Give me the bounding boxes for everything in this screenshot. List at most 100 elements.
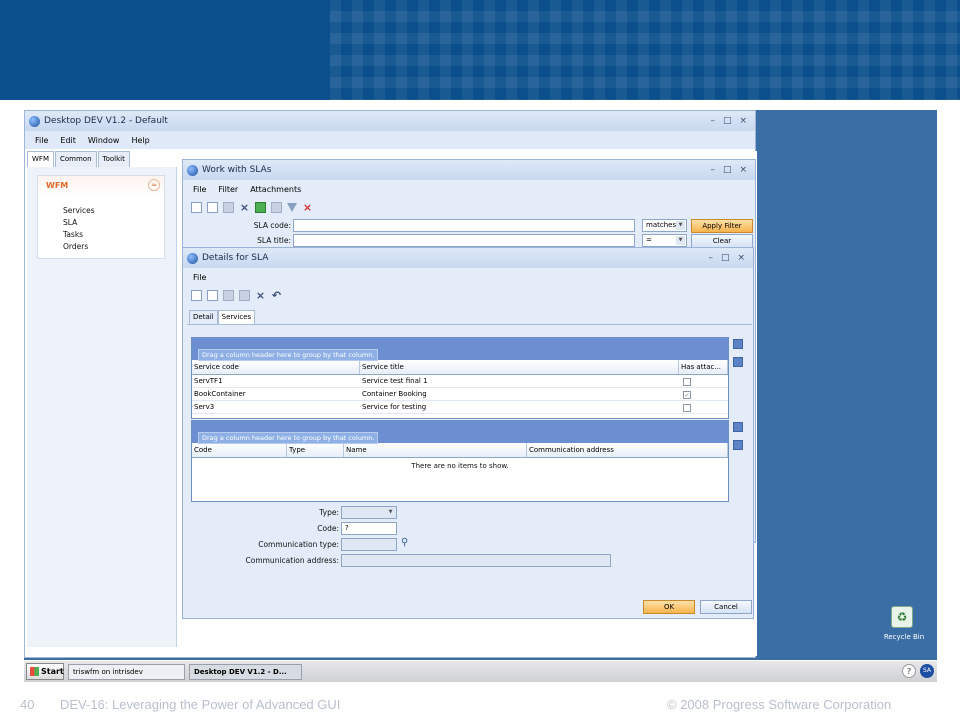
- attachment-checkbox[interactable]: [683, 404, 691, 412]
- match-mode-select-2[interactable]: = ▼: [642, 234, 687, 247]
- clear-button[interactable]: Clear: [691, 234, 753, 248]
- close-button[interactable]: ×: [739, 116, 747, 126]
- sla-title-label: SLA title:: [257, 236, 291, 245]
- edit-icon[interactable]: [207, 289, 218, 301]
- new-icon[interactable]: [191, 201, 202, 213]
- taskbar-item-desktop-dev[interactable]: Desktop DEV V1.2 - D...: [189, 664, 302, 680]
- start-label: Start: [41, 667, 64, 676]
- sla-code-input[interactable]: [293, 219, 635, 232]
- menu-edit[interactable]: Edit: [60, 136, 76, 145]
- slide-number: 40: [20, 697, 35, 712]
- tab-toolkit[interactable]: Toolkit: [97, 151, 130, 167]
- grid-side-button-3[interactable]: [733, 422, 743, 432]
- nav-item-tasks[interactable]: Tasks: [63, 230, 83, 239]
- edit-icon[interactable]: [207, 201, 218, 213]
- export-icon[interactable]: [255, 201, 266, 213]
- new-icon[interactable]: [191, 289, 202, 301]
- nav-item-sla[interactable]: SLA: [63, 218, 77, 227]
- table-row[interactable]: BookContainer Container Booking ✓: [192, 388, 728, 401]
- cancel-button[interactable]: Cancel: [700, 600, 752, 614]
- start-button[interactable]: Start: [26, 663, 64, 680]
- globe-icon: [187, 252, 198, 264]
- language-tray-icon[interactable]: SA: [920, 664, 934, 678]
- taskbar-item-triswfm[interactable]: triswfm on intrisdev: [68, 664, 185, 680]
- save-icon[interactable]: [223, 289, 234, 301]
- table-row[interactable]: ServTF1 Service test final 1: [192, 375, 728, 388]
- minimize-button[interactable]: –: [710, 116, 715, 126]
- delete-icon[interactable]: ×: [239, 202, 250, 213]
- recycle-bin-icon[interactable]: ♻: [891, 606, 913, 628]
- wfm-group-title: WFM: [46, 181, 69, 190]
- clear-filter-icon[interactable]: ×: [302, 202, 313, 213]
- group-by-area[interactable]: Drag a column header here to group by th…: [192, 421, 728, 444]
- communication-address-input[interactable]: [341, 554, 611, 567]
- details-titlebar[interactable]: Details for SLA – □ ×: [183, 248, 753, 268]
- col-communication-address[interactable]: Communication address: [527, 443, 728, 457]
- col-type[interactable]: Type: [287, 443, 344, 457]
- collapse-chevron-icon[interactable]: ≈: [148, 179, 160, 191]
- code-input[interactable]: ?: [341, 522, 397, 535]
- details-menu-file[interactable]: File: [193, 273, 206, 282]
- cell-service-title: Service for testing: [362, 403, 427, 411]
- left-nav-panel: WFM ≈ Services SLA Tasks Orders: [27, 167, 177, 647]
- details-minimize-button[interactable]: –: [708, 253, 713, 263]
- sla-title-input[interactable]: [293, 234, 635, 247]
- col-service-title[interactable]: Service title: [360, 360, 679, 374]
- details-maximize-button[interactable]: □: [721, 253, 730, 263]
- recycle-bin-label[interactable]: Recycle Bin: [876, 633, 932, 641]
- col-name[interactable]: Name: [344, 443, 527, 457]
- print-icon[interactable]: [271, 201, 282, 213]
- wfm-group-header[interactable]: WFM ≈: [38, 176, 164, 196]
- attachment-checkbox-checked[interactable]: ✓: [683, 391, 691, 399]
- menu-help[interactable]: Help: [131, 136, 149, 145]
- undo-icon[interactable]: ↶: [271, 290, 282, 301]
- communications-column-headers: Code Type Name Communication address: [192, 443, 728, 458]
- sla-menubar: File Filter Attachments: [183, 180, 755, 198]
- menu-file[interactable]: File: [35, 136, 48, 145]
- sla-menu-filter[interactable]: Filter: [218, 185, 238, 194]
- ok-button[interactable]: OK: [643, 600, 695, 614]
- match-mode-select[interactable]: matches ▼: [642, 219, 687, 232]
- type-select[interactable]: ▼: [341, 506, 397, 519]
- tab-detail[interactable]: Detail: [189, 310, 218, 324]
- taskbar: Start triswfm on intrisdev Desktop DEV V…: [24, 660, 937, 682]
- lookup-icon[interactable]: ⚲: [401, 537, 408, 548]
- sla-menu-file[interactable]: File: [193, 185, 206, 194]
- menu-window[interactable]: Window: [88, 136, 120, 145]
- tab-common[interactable]: Common: [55, 151, 97, 167]
- app-titlebar[interactable]: Desktop DEV V1.2 - Default – □ ×: [25, 111, 755, 131]
- details-window-title: Details for SLA: [202, 253, 269, 263]
- sla-toolbar: × ×: [183, 198, 755, 216]
- apply-filter-button[interactable]: Apply Filter: [691, 219, 753, 233]
- table-row[interactable]: Serv3 Service for testing: [192, 401, 728, 414]
- sla-minimize-button[interactable]: –: [710, 165, 715, 175]
- communication-type-input[interactable]: [341, 538, 397, 551]
- col-code[interactable]: Code: [192, 443, 287, 457]
- tab-services[interactable]: Services: [217, 310, 256, 324]
- copy-icon[interactable]: [223, 201, 234, 213]
- copy-icon[interactable]: [239, 289, 250, 301]
- maximize-button[interactable]: □: [723, 116, 732, 126]
- col-has-attachments[interactable]: Has attac...: [679, 360, 728, 374]
- nav-item-orders[interactable]: Orders: [63, 242, 88, 251]
- delete-icon[interactable]: ×: [255, 290, 266, 301]
- details-close-button[interactable]: ×: [737, 253, 745, 263]
- copyright-text: © 2008 Progress Software Corporation: [667, 697, 892, 712]
- sla-maximize-button[interactable]: □: [723, 165, 732, 175]
- sla-menu-attachments[interactable]: Attachments: [250, 185, 301, 194]
- grid-side-button-2[interactable]: [733, 357, 743, 367]
- code-label: Code:: [317, 524, 339, 533]
- sla-titlebar[interactable]: Work with SLAs – □ ×: [183, 160, 755, 180]
- slide-title: DEV-16: Leveraging the Power of Advanced…: [60, 697, 341, 712]
- grid-side-button-4[interactable]: [733, 440, 743, 450]
- filter-icon[interactable]: [287, 202, 297, 212]
- help-tray-icon[interactable]: ?: [902, 664, 916, 678]
- dropdown-arrow-icon: ▼: [386, 508, 395, 517]
- group-by-area[interactable]: Drag a column header here to group by th…: [192, 338, 728, 361]
- nav-item-services[interactable]: Services: [63, 206, 95, 215]
- sla-close-button[interactable]: ×: [739, 165, 747, 175]
- tab-wfm[interactable]: WFM: [27, 151, 54, 167]
- grid-side-button-1[interactable]: [733, 339, 743, 349]
- col-service-code[interactable]: Service code: [192, 360, 360, 374]
- attachment-checkbox[interactable]: [683, 378, 691, 386]
